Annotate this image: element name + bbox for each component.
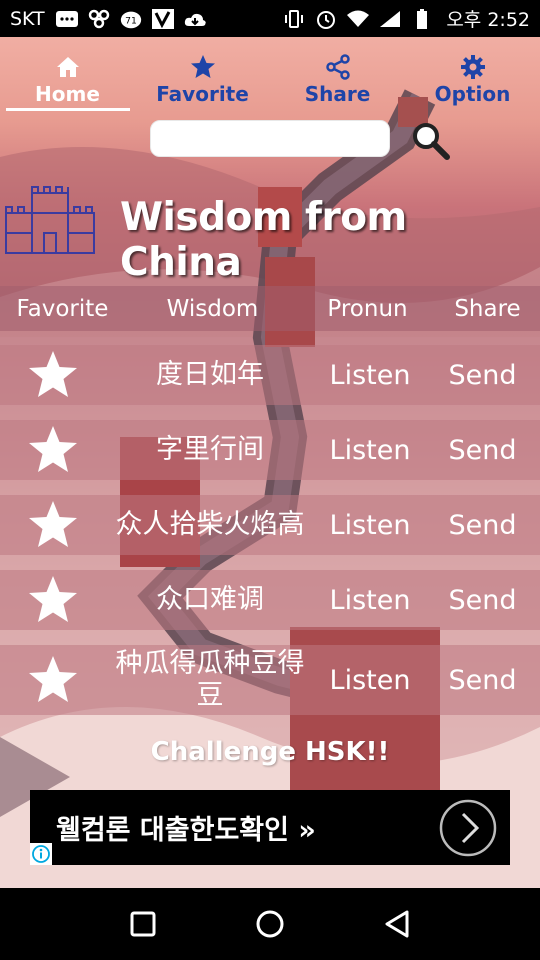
- send-button[interactable]: Send: [425, 585, 540, 616]
- star-icon: [28, 351, 77, 397]
- search-bar: [150, 120, 460, 160]
- tab-option[interactable]: Option: [405, 45, 540, 115]
- favorite-toggle[interactable]: [0, 574, 105, 626]
- listen-button[interactable]: Listen: [315, 360, 425, 391]
- tab-share-label: Share: [304, 82, 371, 106]
- ad-info-icon[interactable]: [30, 843, 52, 865]
- tab-favorite[interactable]: Favorite: [135, 45, 270, 115]
- wisdom-text: 众人拾柴火焰高: [115, 509, 305, 540]
- chevron-right-icon[interactable]: [438, 798, 498, 858]
- search-icon[interactable]: [410, 120, 450, 160]
- table-row: 众口难调 Listen Send: [0, 570, 540, 630]
- great-wall-logo: [5, 186, 95, 254]
- alarm-icon: [314, 9, 338, 29]
- home-icon: [56, 57, 79, 77]
- cloud-download-icon: [183, 9, 207, 29]
- listen-button[interactable]: Listen: [315, 585, 425, 616]
- tab-share[interactable]: Share: [270, 45, 405, 115]
- search-input[interactable]: [150, 120, 390, 157]
- favorite-toggle[interactable]: [0, 349, 105, 401]
- notification-71-icon: 71: [119, 9, 143, 29]
- carrier-label: SKT: [10, 7, 45, 30]
- listen-button[interactable]: Listen: [315, 665, 425, 696]
- send-button[interactable]: Send: [425, 360, 540, 391]
- star-icon: [28, 426, 77, 472]
- back-icon[interactable]: [377, 904, 417, 944]
- active-tab-indicator: [6, 108, 130, 111]
- app-v-icon: [151, 8, 175, 29]
- clock: 오후 2:52: [446, 9, 530, 31]
- recents-icon[interactable]: [123, 904, 163, 944]
- challenge-hsk-link[interactable]: Challenge HSK!!: [0, 737, 540, 767]
- message-icon: [55, 9, 79, 29]
- favorite-toggle[interactable]: [0, 654, 105, 706]
- ad-text: 웰컴론 대출한도확인 »: [56, 815, 316, 846]
- wisdom-text: 度日如年: [156, 359, 264, 390]
- ad-banner[interactable]: 웰컴론 대출한도확인 »: [30, 790, 510, 865]
- tab-favorite-label: Favorite: [156, 82, 249, 106]
- send-button[interactable]: Send: [425, 665, 540, 696]
- tab-home[interactable]: Home: [0, 45, 135, 115]
- svg-text:71: 71: [125, 15, 137, 26]
- tab-home-label: Home: [35, 82, 100, 106]
- gear-icon: [460, 55, 485, 79]
- battery-icon: [410, 8, 434, 29]
- star-icon: [28, 656, 77, 702]
- favorite-toggle[interactable]: [0, 424, 105, 476]
- header-pronun: Pronun: [327, 295, 408, 322]
- star-icon: [190, 55, 215, 78]
- header-favorite: Favorite: [16, 295, 109, 322]
- header-share: Share: [454, 295, 521, 322]
- app-screen: Home Favorite Share Option Wisdom from C…: [0, 37, 540, 888]
- wifi-icon: [346, 9, 370, 29]
- table-row: 字里行间 Listen Send: [0, 420, 540, 480]
- wisdom-text: 种瓜得瓜种豆得豆: [115, 648, 305, 711]
- system-nav-bar: [0, 888, 540, 960]
- table-header: Favorite Wisdom Pronun Share: [0, 286, 540, 331]
- signal-icon: [378, 9, 402, 29]
- wisdom-text: 字里行间: [156, 434, 264, 465]
- table-row: 众人拾柴火焰高 Listen Send: [0, 495, 540, 555]
- app-icon: [87, 9, 111, 29]
- home-button-icon[interactable]: [250, 904, 290, 944]
- top-nav: Home Favorite Share Option: [0, 45, 540, 115]
- star-icon: [28, 501, 77, 547]
- tab-option-label: Option: [434, 82, 511, 106]
- send-button[interactable]: Send: [425, 510, 540, 541]
- table-row: 度日如年 Listen Send: [0, 345, 540, 405]
- status-bar: SKT 71 오후 2:52: [0, 0, 540, 37]
- listen-button[interactable]: Listen: [315, 435, 425, 466]
- listen-button[interactable]: Listen: [315, 510, 425, 541]
- favorite-toggle[interactable]: [0, 499, 105, 551]
- table-row: 种瓜得瓜种豆得豆 Listen Send: [0, 645, 540, 715]
- app-title: Wisdom from China: [120, 195, 407, 285]
- send-button[interactable]: Send: [425, 435, 540, 466]
- wisdom-text: 众口难调: [156, 584, 264, 615]
- share-icon: [325, 54, 350, 80]
- header-wisdom: Wisdom: [166, 295, 259, 322]
- vibrate-icon: [282, 9, 306, 29]
- star-icon: [28, 576, 77, 622]
